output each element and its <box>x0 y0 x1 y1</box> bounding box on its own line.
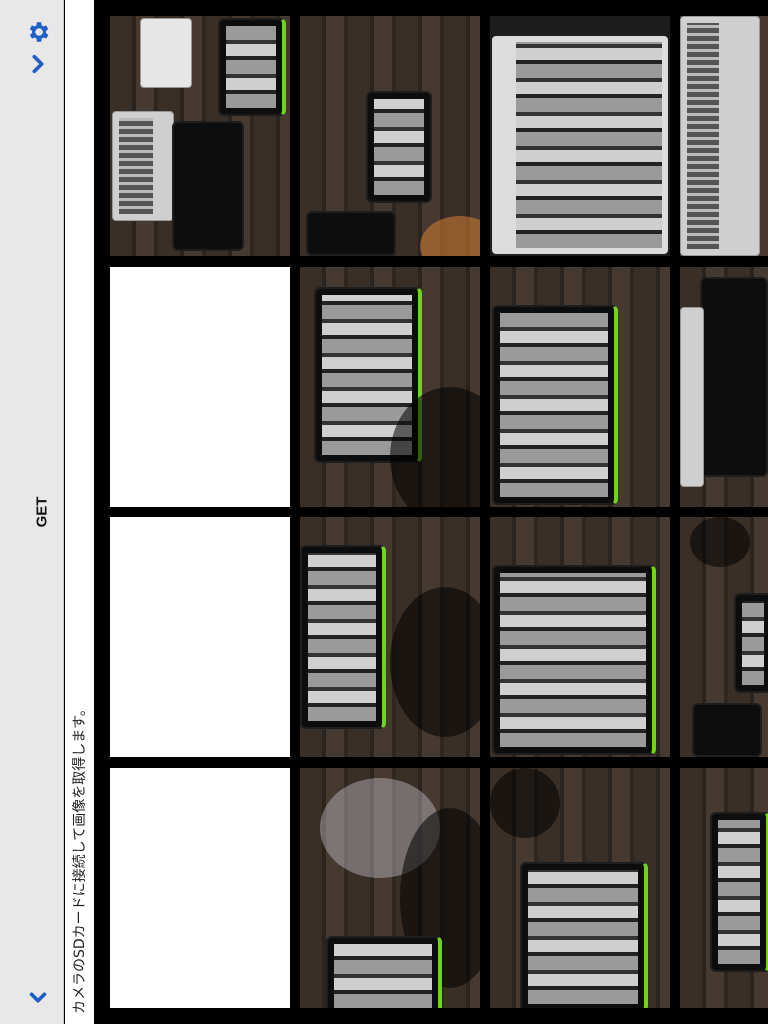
forward-button[interactable] <box>20 46 56 82</box>
photo-thumbnail[interactable] <box>300 267 480 507</box>
photo-thumbnail[interactable] <box>300 16 480 256</box>
instruction-text: カメラのSDカードに接続して画像を取得します。 <box>72 702 88 1014</box>
chevron-down-icon <box>29 992 47 1003</box>
get-button[interactable]: GET <box>34 497 51 528</box>
photo-thumbnail[interactable] <box>680 768 768 1008</box>
photo-thumbnail[interactable] <box>680 267 768 507</box>
instruction-panel: カメラのSDカードに接続して画像を取得します。 <box>65 0 94 1024</box>
photo-thumbnail[interactable] <box>110 16 290 256</box>
side-toolbar: GET <box>0 0 64 1024</box>
gear-icon <box>29 22 49 42</box>
photo-thumbnail-blank[interactable] <box>110 517 290 757</box>
photo-thumbnail[interactable] <box>490 16 670 256</box>
chevron-right-icon <box>32 54 44 74</box>
photo-thumbnail[interactable] <box>680 16 768 256</box>
photo-thumbnail[interactable] <box>300 768 480 1008</box>
collapse-button[interactable] <box>20 980 56 1016</box>
photo-thumbnail-blank[interactable] <box>110 267 290 507</box>
settings-button[interactable] <box>20 14 56 50</box>
photo-thumbnail[interactable] <box>490 267 670 507</box>
photo-thumbnail[interactable] <box>490 768 670 1008</box>
photo-thumbnail-blank[interactable] <box>110 768 290 1008</box>
photo-thumbnail[interactable] <box>680 517 768 757</box>
photo-grid <box>94 0 768 1024</box>
photo-thumbnail[interactable] <box>300 517 480 757</box>
photo-thumbnail[interactable] <box>490 517 670 757</box>
